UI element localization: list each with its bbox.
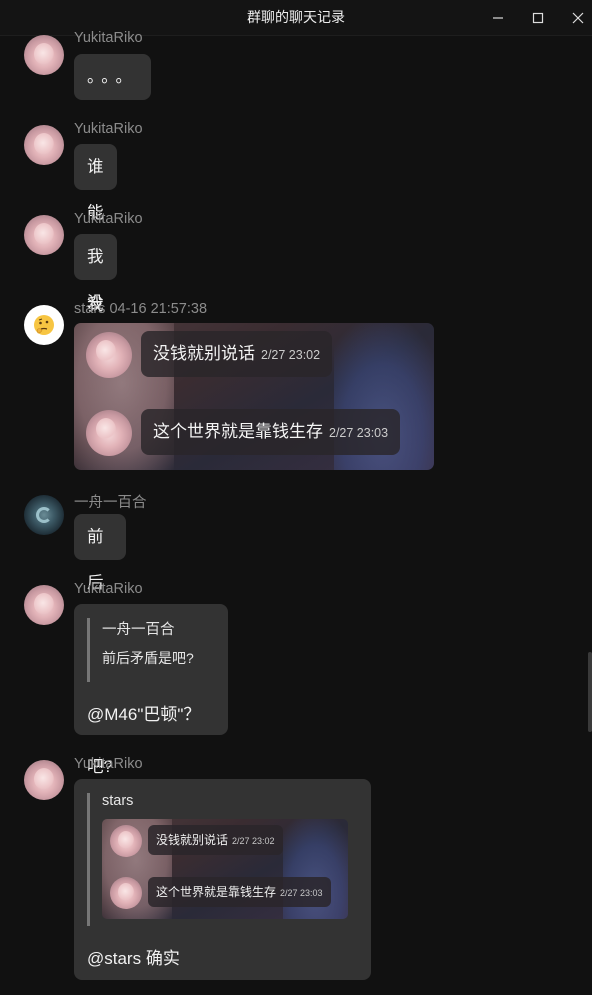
forwarded-image[interactable]: 没钱就别说话 2/27 23:02 这个世界就是靠钱生存 2/27 23:03 <box>74 323 434 470</box>
maximize-button[interactable] <box>518 0 558 35</box>
sender-name: stars 04-16 21:57:38 <box>74 301 208 317</box>
avatar <box>86 332 132 378</box>
message-bubble[interactable]: 谁能替我报销 <box>74 144 117 406</box>
quoted-sender: 一舟一百合 <box>102 622 175 638</box>
minimize-icon <box>493 16 503 19</box>
avatar[interactable] <box>24 305 64 345</box>
avatar <box>86 410 132 456</box>
reply-text: @stars 确实 <box>87 949 180 968</box>
close-button[interactable] <box>558 0 592 35</box>
forwarded-bubble: 没钱就别说话 2/27 23:02 <box>148 825 283 855</box>
sender-name: YukitaRiko <box>74 581 143 597</box>
sender-name: YukitaRiko <box>74 30 143 46</box>
message-bubble[interactable]: 前后矛盾是吧? <box>74 514 126 776</box>
message-bubble[interactable]: 一舟一百合 前后矛盾是吧? @M46"巴顿"？ <box>74 604 228 735</box>
reply-text: @M46"巴顿"？ <box>87 705 201 724</box>
avatar[interactable] <box>24 35 64 75</box>
avatar <box>110 825 142 857</box>
quoted-message[interactable]: stars 没钱就别说话 2/27 23:02 这个世界就是靠钱生存 2/27 23… <box>87 793 371 926</box>
sender-name: YukitaRiko <box>74 121 143 137</box>
avatar <box>110 877 142 909</box>
avatar[interactable] <box>24 125 64 165</box>
avatar[interactable] <box>24 495 64 535</box>
quoted-image[interactable]: 没钱就别说话 2/27 23:02 这个世界就是靠钱生存 2/27 23:03 <box>102 819 348 919</box>
message-bubble[interactable]: 我没有钱了 <box>74 234 117 450</box>
scrollbar[interactable] <box>588 652 592 732</box>
forwarded-bubble: 这个世界就是靠钱生存 2/27 23:03 <box>141 409 401 455</box>
sender-name: 一舟一百合 <box>74 495 147 511</box>
quoted-message[interactable]: 一舟一百合 前后矛盾是吧? <box>87 618 228 682</box>
message-bubble[interactable]: stars 没钱就别说话 2/27 23:02 这个世界就是靠钱生存 2/27 23… <box>74 779 371 980</box>
maximize-icon <box>532 12 544 23</box>
thinking-face-emoji-icon <box>34 315 54 335</box>
avatar[interactable] <box>24 215 64 255</box>
close-icon <box>572 12 584 23</box>
sender-name: YukitaRiko <box>74 211 143 227</box>
sender-name: YukitaRiko <box>74 756 143 772</box>
quoted-sender: stars <box>102 793 134 809</box>
avatar[interactable] <box>24 760 64 800</box>
forwarded-bubble: 没钱就别说话 2/27 23:02 <box>141 331 333 377</box>
minimize-button[interactable] <box>478 0 518 35</box>
avatar[interactable] <box>24 585 64 625</box>
forwarded-bubble: 这个世界就是靠钱生存 2/27 23:03 <box>148 877 331 907</box>
message-bubble[interactable]: 。。。 <box>74 54 151 100</box>
quoted-text: 前后矛盾是吧? <box>102 650 194 666</box>
